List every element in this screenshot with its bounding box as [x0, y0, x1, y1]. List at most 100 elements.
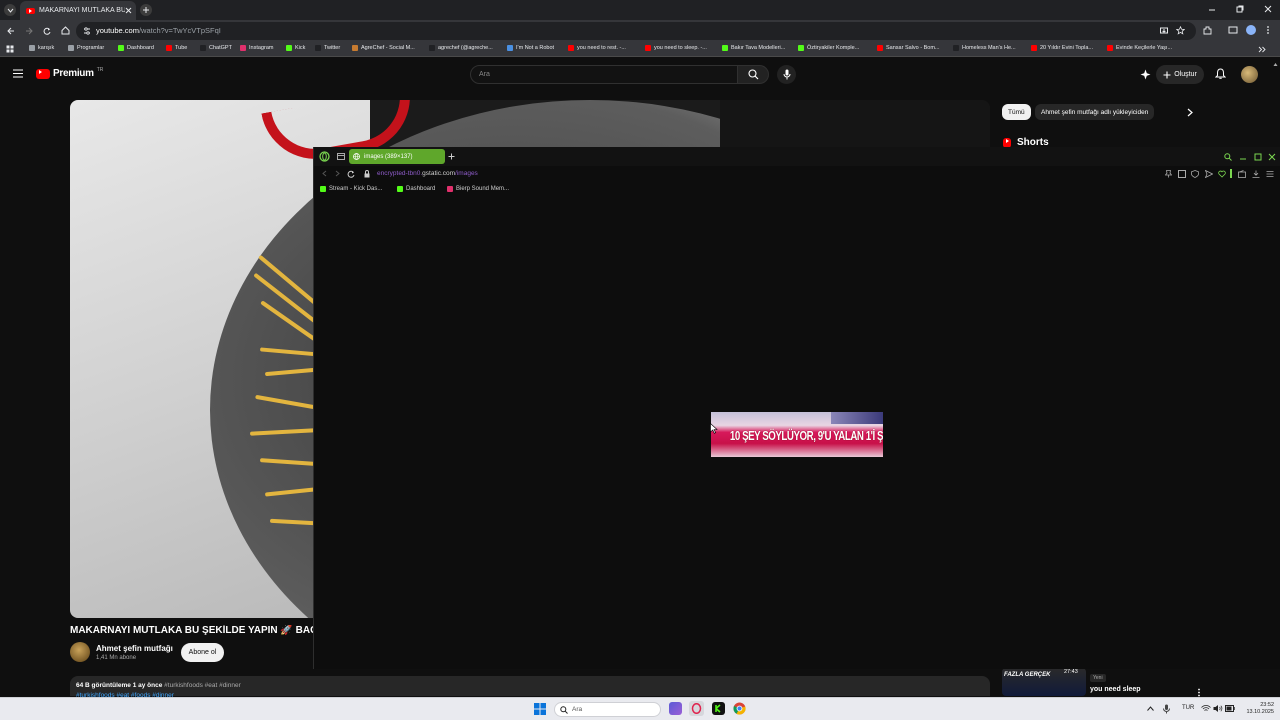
- close-icon[interactable]: [125, 7, 132, 14]
- chrome-app-icon[interactable]: [733, 702, 746, 715]
- profile-avatar[interactable]: [1246, 25, 1256, 35]
- opera-bookmark-item[interactable]: Bierp Sound Mem...: [447, 186, 509, 192]
- chip-from-channel[interactable]: Ahmet şefin mutfağı adlı yükleyiciden: [1035, 104, 1155, 120]
- tray-expand-icon[interactable]: [1147, 706, 1154, 711]
- cast-icon[interactable]: [1228, 26, 1238, 35]
- reload-icon[interactable]: [43, 27, 51, 35]
- volume-icon[interactable]: [1213, 704, 1223, 713]
- bookmark-item[interactable]: AgreChef - Social M...: [352, 45, 415, 51]
- opera-bookmark-item[interactable]: Dashboard: [397, 186, 435, 192]
- bookmark-item[interactable]: Dashboard: [118, 45, 154, 51]
- home-icon[interactable]: [61, 26, 70, 35]
- vpn-shield-icon[interactable]: [1191, 170, 1199, 178]
- opera-logo-icon[interactable]: [319, 151, 330, 162]
- notifications-bell-icon[interactable]: [1215, 68, 1226, 80]
- opera-forward-icon[interactable]: [334, 170, 341, 177]
- search-button[interactable]: [737, 65, 769, 84]
- bookmark-item[interactable]: Homeless Man's He...: [953, 45, 1016, 51]
- bookmark-item[interactable]: Tube: [166, 45, 187, 51]
- site-settings-icon[interactable]: [83, 27, 91, 35]
- bookmark-star-icon[interactable]: [1176, 26, 1185, 35]
- bookmark-item[interactable]: Sansar Salvo - Bom...: [877, 45, 940, 51]
- bookmark-item[interactable]: you need to rest. -...: [568, 45, 626, 51]
- opera-tab-images[interactable]: images (389×137): [349, 149, 445, 164]
- bookmark-item[interactable]: ChatGPT: [200, 45, 232, 51]
- back-icon[interactable]: [7, 27, 15, 35]
- recommended-title[interactable]: you need sleep: [1090, 686, 1141, 693]
- lock-icon[interactable]: [364, 170, 370, 178]
- apps-grid-icon[interactable]: [6, 45, 14, 53]
- bookmark-item[interactable]: Twitter: [315, 45, 340, 51]
- hamburger-menu-icon[interactable]: [13, 69, 23, 78]
- forward-icon[interactable]: [25, 27, 33, 35]
- toolbar-divider: [1230, 169, 1232, 178]
- bookmark-item[interactable]: karışık: [29, 45, 54, 51]
- video-description[interactable]: 64 B görüntüleme 1 ay önce #turkishfoods…: [70, 676, 990, 699]
- bookmark-item[interactable]: Öztiryakiler Komple...: [798, 45, 859, 51]
- taskbar-search[interactable]: Ara: [554, 702, 661, 717]
- menu-kebab-icon[interactable]: [1266, 25, 1270, 35]
- restore-icon[interactable]: [1236, 5, 1244, 13]
- sparkle-icon[interactable]: [1140, 69, 1151, 80]
- windows-start-icon[interactable]: [534, 703, 546, 715]
- chips-next-button[interactable]: [1183, 105, 1197, 119]
- bookmark-item[interactable]: Kick: [286, 45, 305, 51]
- chip-all[interactable]: Tümü: [1002, 104, 1031, 120]
- pin-icon[interactable]: [1165, 170, 1172, 178]
- bookmark-item[interactable]: you need to sleep. -...: [645, 45, 707, 51]
- voice-search-button[interactable]: [777, 65, 796, 84]
- recommended-thumbnail[interactable]: FAZLA GERÇEK 27:43: [1002, 668, 1086, 696]
- bookmark-favicon-icon: [1107, 45, 1113, 51]
- tab-island-icon[interactable]: [337, 153, 345, 160]
- opera-reload-icon[interactable]: [347, 170, 355, 178]
- opera-maximize-icon[interactable]: [1254, 153, 1262, 161]
- bookmark-item[interactable]: 20 Yıldır Evini Topla...: [1031, 45, 1093, 51]
- bookmark-item[interactable]: Programlar: [68, 45, 104, 51]
- extensions-icon[interactable]: [1203, 26, 1212, 35]
- heart-icon[interactable]: [1218, 170, 1226, 178]
- account-avatar[interactable]: [1241, 66, 1258, 83]
- kick-app-icon[interactable]: [712, 702, 725, 715]
- youtube-premium-logo[interactable]: Premium TR: [36, 67, 103, 79]
- more-actions-icon[interactable]: [1197, 688, 1201, 697]
- subscribe-button[interactable]: Abone ol: [181, 643, 224, 662]
- opera-back-icon[interactable]: [321, 170, 328, 177]
- bookmark-item[interactable]: agrechef (@agreche...: [429, 45, 493, 51]
- microphone-tray-icon[interactable]: [1163, 704, 1170, 714]
- channel-avatar[interactable]: [70, 642, 90, 662]
- address-bar[interactable]: youtube.com/watch?v=TwYcVTpSFqI: [76, 22, 1196, 40]
- opera-browser-window[interactable]: images (389×137) encrypted-tbn0.gstatic.…: [313, 147, 1280, 669]
- install-app-icon[interactable]: [1160, 27, 1168, 35]
- easy-setup-icon[interactable]: [1266, 170, 1274, 178]
- new-tab-plus-icon[interactable]: [448, 153, 455, 160]
- copilot-app-icon[interactable]: [669, 702, 682, 715]
- search-input[interactable]: Ara: [470, 65, 738, 84]
- snapshot-icon[interactable]: [1178, 170, 1186, 178]
- tab-youtube[interactable]: MAKARNAYI MUTLAKA BU ŞEKİ: [20, 1, 136, 20]
- download-icon[interactable]: [1252, 170, 1260, 178]
- more-bookmarks-icon[interactable]: [1258, 46, 1266, 53]
- opera-address-bar[interactable]: encrypted-tbn0.gstatic.com/images: [314, 166, 1280, 182]
- channel-name[interactable]: Ahmet şefin mutfağı: [96, 644, 173, 653]
- bookmark-item[interactable]: I'm Not a Robot: [507, 45, 554, 51]
- taskbar-clock[interactable]: 23:52 13.10.2025: [1240, 702, 1274, 716]
- create-button[interactable]: Oluştur: [1156, 65, 1204, 84]
- scroll-up-icon[interactable]: [1273, 62, 1278, 67]
- bookmark-item[interactable]: Bakır Tava Modelleri...: [722, 45, 785, 51]
- bookmark-item[interactable]: Evinde Keçilerle Yaşı...: [1107, 45, 1172, 51]
- battery-icon[interactable]: [1225, 705, 1235, 712]
- minimize-icon[interactable]: [1208, 6, 1216, 14]
- wallet-icon[interactable]: [1238, 170, 1246, 178]
- input-language[interactable]: TUR: [1182, 705, 1194, 711]
- tab-search-button[interactable]: [4, 4, 16, 16]
- opera-bookmark-item[interactable]: Stream - Kick Das...: [320, 186, 382, 192]
- window-close-icon[interactable]: [1264, 5, 1272, 13]
- send-icon[interactable]: [1205, 170, 1213, 178]
- wifi-icon[interactable]: [1201, 704, 1211, 713]
- opera-close-icon[interactable]: [1268, 153, 1276, 161]
- opera-taskbar-button[interactable]: [689, 701, 704, 716]
- opera-minimize-icon[interactable]: [1239, 153, 1247, 161]
- opera-search-icon[interactable]: [1224, 153, 1232, 161]
- new-tab-button[interactable]: [140, 4, 152, 16]
- bookmark-item[interactable]: Instagram: [240, 45, 273, 51]
